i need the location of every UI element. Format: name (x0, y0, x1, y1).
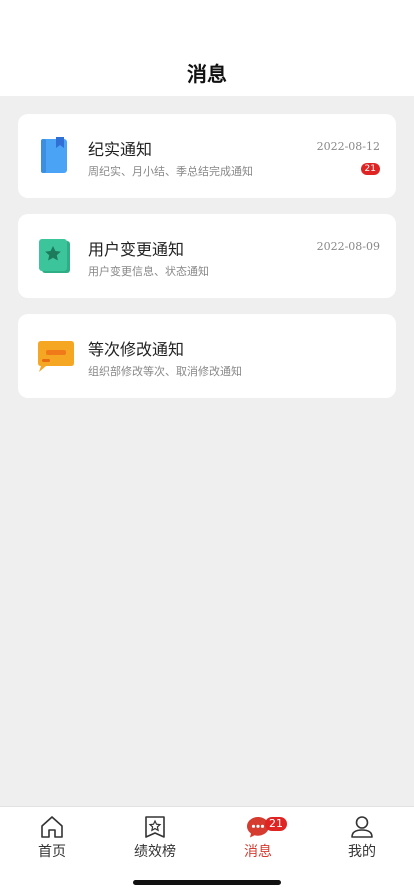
tab-label: 我的 (348, 844, 376, 860)
message-icon (38, 341, 74, 372)
ranking-icon (145, 816, 165, 838)
unread-badge: 21 (360, 163, 380, 175)
tab-profile[interactable]: 我的 (322, 815, 402, 865)
tab-badge: 21 (265, 817, 287, 831)
user-icon (351, 816, 373, 838)
header: 消息 (0, 0, 414, 96)
notification-title: 等次修改通知 (88, 340, 185, 359)
notification-card-grade-change[interactable]: 等次修改通知 组织部修改等次、取消修改通知 (18, 314, 396, 398)
book-icon (41, 137, 67, 173)
notification-desc: 组织部修改等次、取消修改通知 (88, 365, 242, 378)
notification-card-record[interactable]: 纪实通知 周纪实、月小结、季总结完成通知 2022-08-12 21 (18, 114, 396, 198)
tab-label: 首页 (38, 844, 66, 860)
notification-desc: 用户变更信息、状态通知 (88, 265, 209, 278)
page-title: 消息 (187, 62, 227, 86)
home-icon (41, 816, 63, 838)
notification-date: 2022-08-12 (316, 140, 380, 153)
notification-desc: 周纪实、月小结、季总结完成通知 (88, 165, 253, 178)
star-book-icon (39, 239, 70, 273)
tab-label: 消息 (244, 844, 272, 860)
home-indicator[interactable] (133, 880, 281, 885)
tab-ranking[interactable]: 绩效榜 (115, 815, 195, 865)
tab-label: 绩效榜 (134, 844, 176, 860)
notification-title: 用户变更通知 (88, 240, 185, 259)
tab-home[interactable]: 首页 (12, 815, 92, 865)
notification-title: 纪实通知 (88, 140, 153, 159)
notification-date: 2022-08-09 (316, 240, 380, 253)
tab-messages[interactable]: 21 消息 (218, 815, 298, 865)
notification-card-user-change[interactable]: 用户变更通知 用户变更信息、状态通知 2022-08-09 (18, 214, 396, 298)
